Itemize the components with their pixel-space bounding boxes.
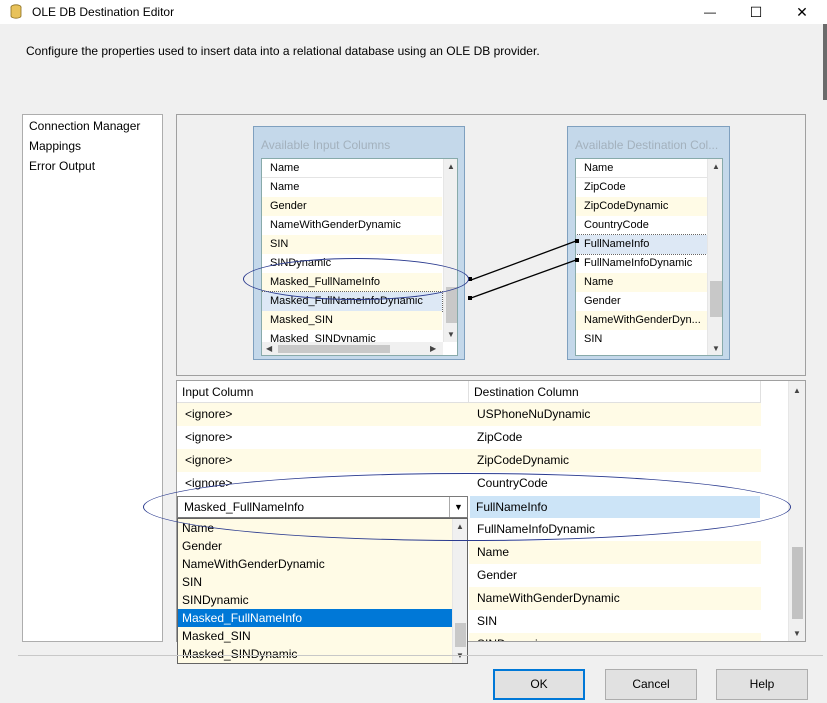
input-cell[interactable]: <ignore> (177, 449, 469, 472)
maximize-icon: ☐ (749, 3, 763, 20)
scrollbar-thumb[interactable] (823, 24, 827, 100)
column-header-destination[interactable]: Destination Column (469, 381, 761, 403)
mapping-line (470, 259, 577, 299)
divider (18, 655, 823, 656)
scroll-up-icon[interactable]: ▲ (793, 386, 801, 395)
mapping-line-endpoint (468, 296, 472, 300)
destination-cell: NameWithGenderDynamic (469, 587, 761, 610)
title-bar: OLE DB Destination Editor — ☐ ✕ (0, 0, 827, 24)
nav-item-connection-manager[interactable]: Connection Manager (29, 119, 140, 133)
destination-cell: ZipCode (477, 430, 523, 444)
destination-cell: USPhoneNuDynamic (469, 403, 761, 426)
dropdown-option-selected[interactable]: Masked_FullNameInfo (178, 609, 452, 627)
mapping-line-endpoint (575, 239, 579, 243)
column-header-input[interactable]: Input Column (177, 381, 469, 403)
nav-item-error-output[interactable]: Error Output (29, 159, 95, 173)
dropdown-option[interactable]: NameWithGenderDynamic (178, 555, 452, 573)
destination-cell: Name (469, 541, 761, 564)
grid-vertical-scrollbar[interactable]: ▲ ▼ (788, 381, 805, 641)
database-icon (10, 4, 22, 19)
scrollbar-thumb[interactable] (792, 547, 803, 619)
navigation-pane: Connection Manager Mappings Error Output (22, 114, 163, 642)
description-text: Configure the properties used to insert … (26, 44, 540, 58)
close-button[interactable]: ✕ (779, 0, 825, 24)
window-title: OLE DB Destination Editor (32, 5, 175, 19)
input-cell[interactable]: <ignore> (177, 426, 469, 449)
dropdown-option[interactable]: SIN (178, 573, 452, 591)
input-cell[interactable]: <ignore> (177, 403, 469, 426)
dropdown-option[interactable]: Masked_SIN (178, 627, 452, 645)
highlight-ellipse (143, 473, 791, 541)
scrollbar-thumb[interactable] (455, 623, 466, 647)
cancel-button[interactable]: Cancel (605, 669, 697, 700)
nav-item-mappings[interactable]: Mappings (29, 139, 81, 153)
highlight-ellipse (243, 258, 469, 300)
destination-cell: ZipCodeDynamic (469, 449, 761, 472)
minimize-icon: — (704, 5, 716, 19)
destination-cell: Gender (477, 568, 518, 582)
destination-cell: SINDynamic (469, 633, 761, 641)
mapping-line (470, 240, 577, 281)
help-button[interactable]: Help (716, 669, 808, 700)
dropdown-option[interactable]: Masked_SINDynamic (178, 645, 452, 663)
maximize-button[interactable]: ☐ (733, 0, 779, 24)
scroll-down-icon[interactable]: ▼ (793, 629, 801, 638)
mapping-line-endpoint (575, 258, 579, 262)
mapping-diagram-area: Available Input Columns Name Name Gender… (176, 114, 806, 376)
dropdown-option[interactable]: SINDynamic (178, 591, 452, 609)
destination-cell: SIN (477, 614, 498, 628)
minimize-button[interactable]: — (687, 0, 733, 24)
close-icon: ✕ (796, 3, 808, 20)
ok-button[interactable]: OK (493, 669, 585, 700)
mapping-lines (468, 239, 579, 300)
